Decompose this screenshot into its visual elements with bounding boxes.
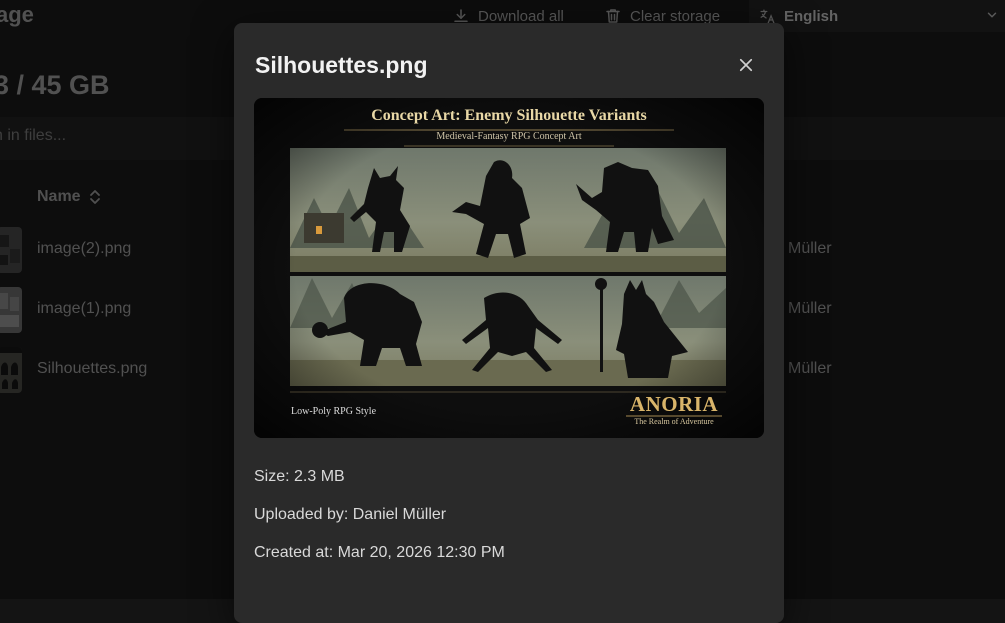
close-button[interactable] [734, 53, 758, 77]
image-preview: Concept Art: Enemy Silhouette Variants M… [254, 98, 764, 438]
preview-subheading: Medieval-Fantasy RPG Concept Art [436, 131, 582, 142]
preview-logo-tagline: The Realm of Adventure [634, 417, 714, 426]
preview-heading: Concept Art: Enemy Silhouette Variants [371, 107, 647, 124]
file-details-modal: Silhouettes.png Concept Art: Enemy Silho… [234, 23, 784, 623]
file-size: Size: 2.3 MB [254, 468, 345, 485]
concept-art-image [254, 98, 764, 438]
modal-title: Silhouettes.png [255, 52, 428, 78]
preview-logo: ANORIA [629, 392, 719, 416]
file-created-at: Created at: Mar 20, 2026 12:30 PM [254, 544, 505, 561]
preview-style-label: Low-Poly RPG Style [291, 406, 377, 417]
close-icon [739, 58, 753, 72]
file-uploader: Uploaded by: Daniel Müller [254, 506, 447, 523]
